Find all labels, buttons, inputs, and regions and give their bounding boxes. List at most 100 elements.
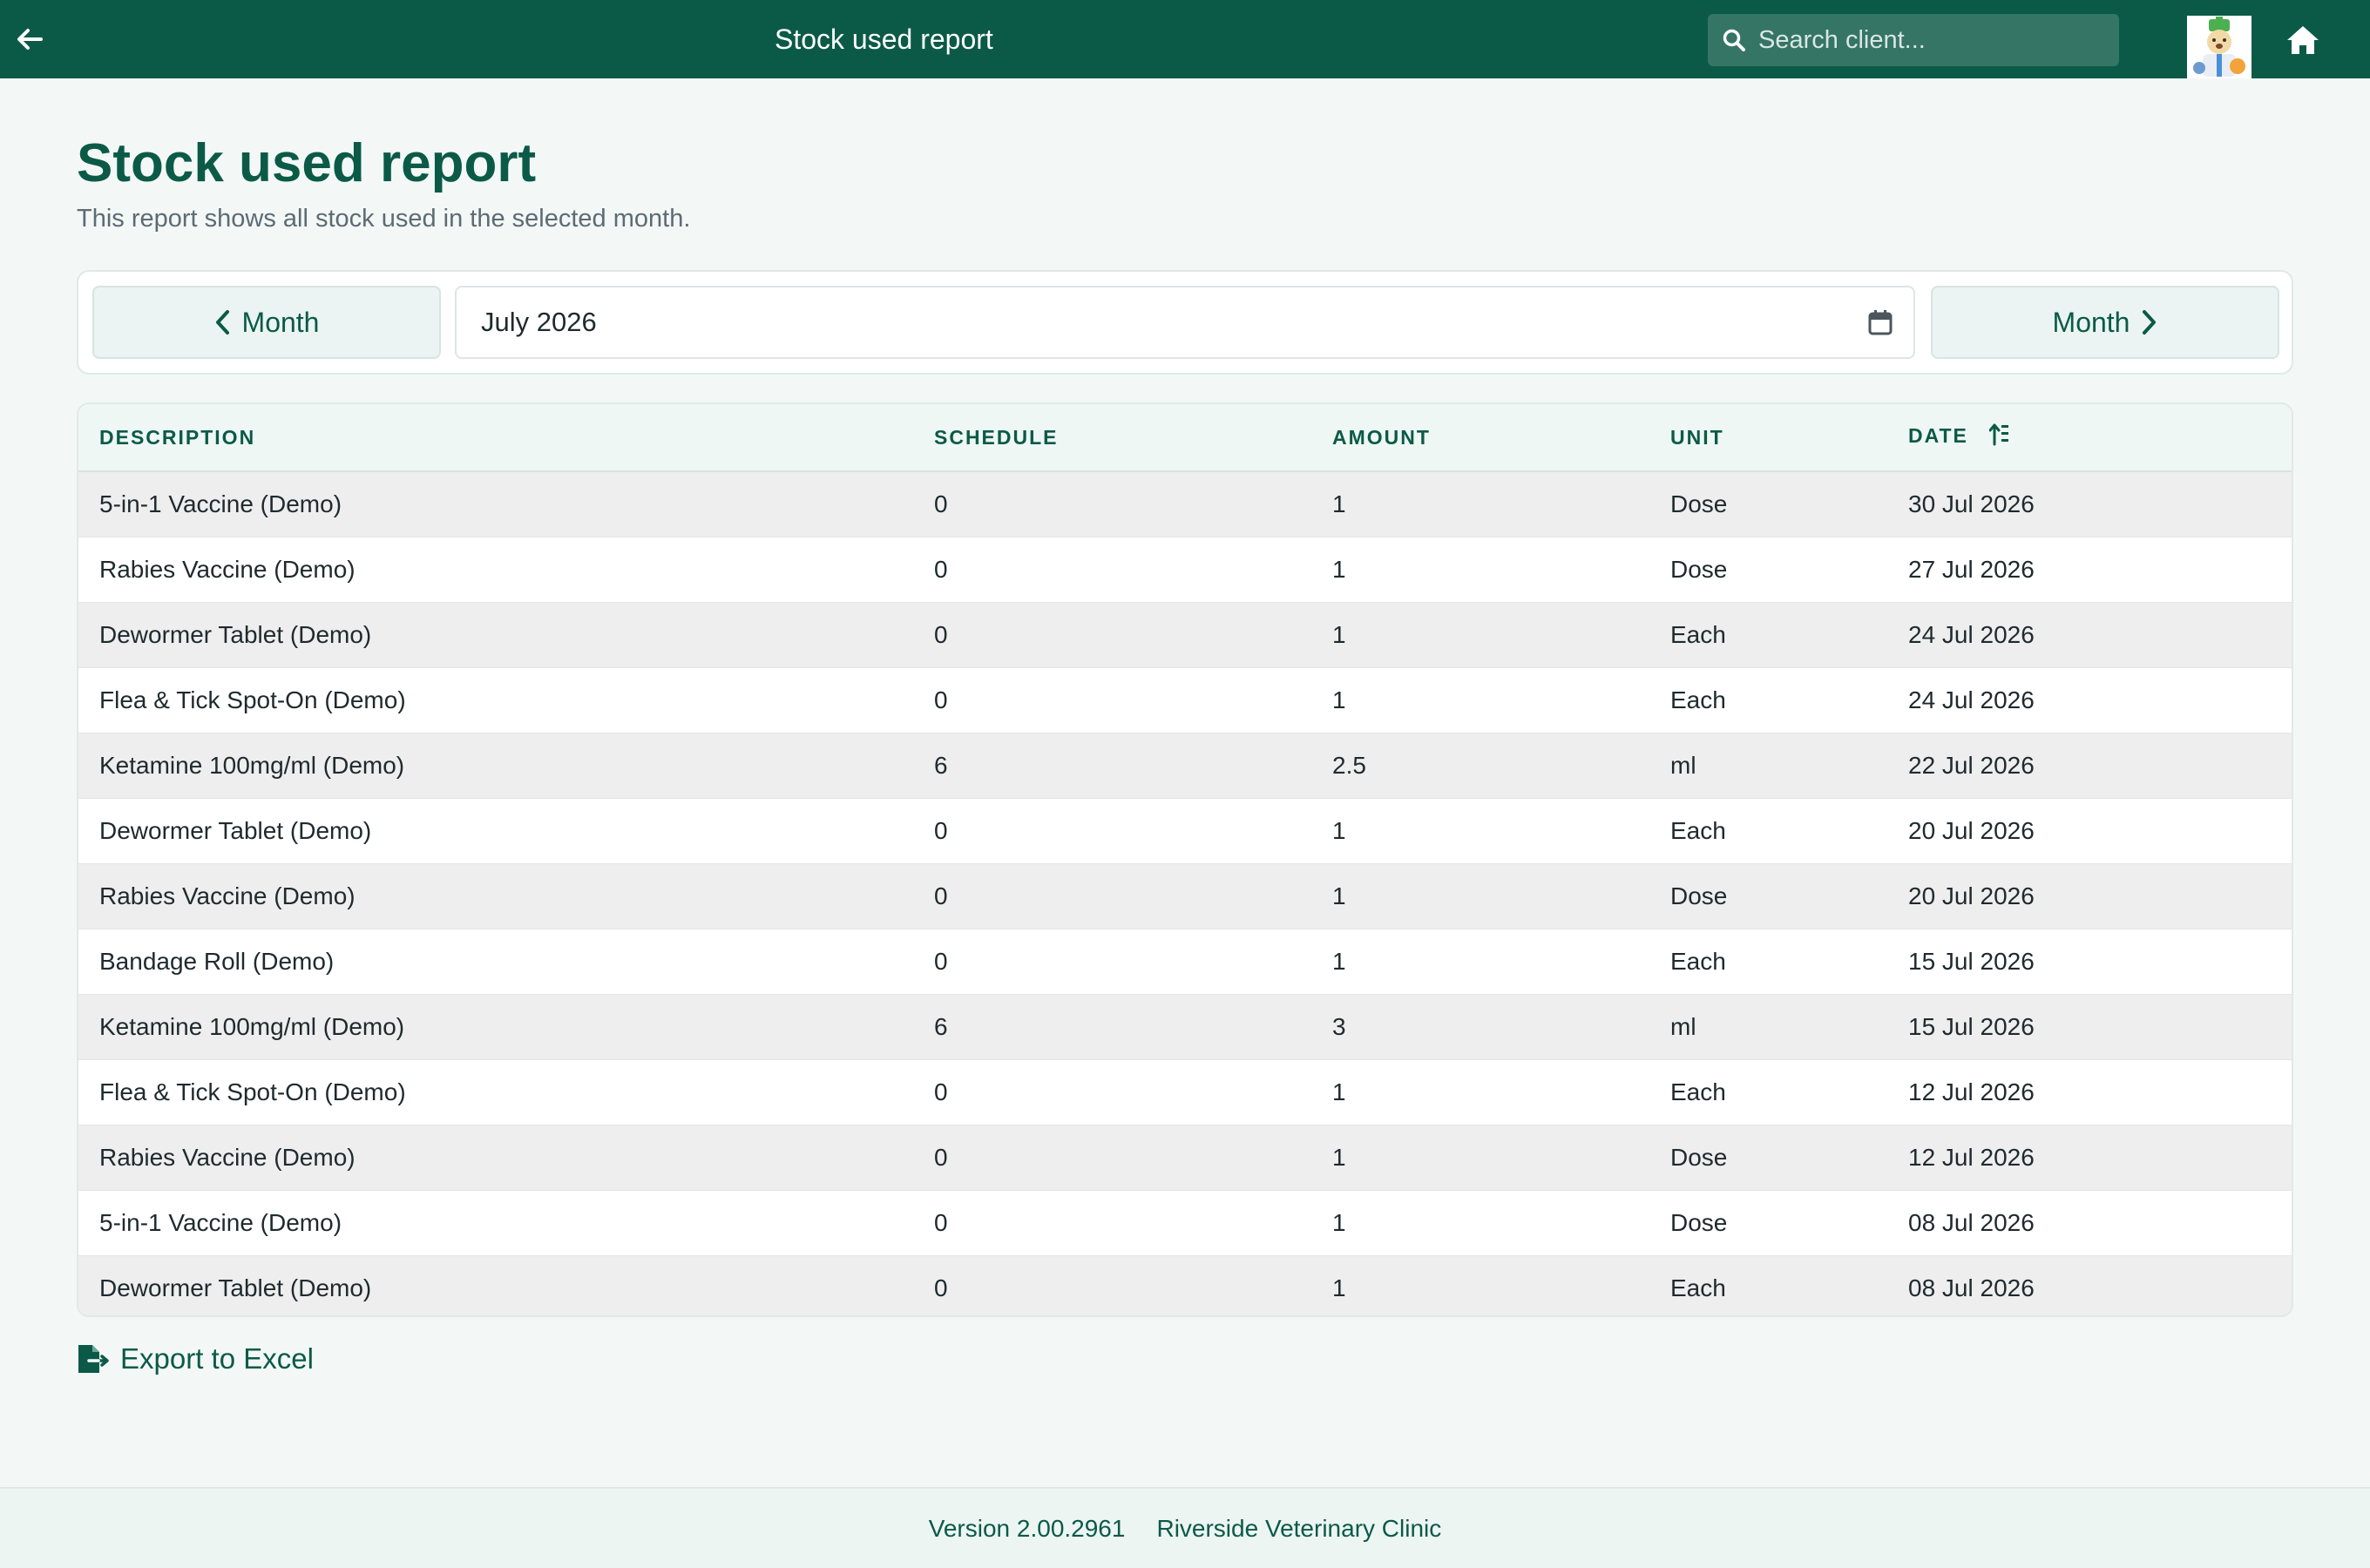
cell-schedule: 0 <box>913 537 1311 603</box>
cell-description: Rabies Vaccine (Demo) <box>78 1125 913 1191</box>
cell-date: 22 Jul 2026 <box>1887 733 2292 799</box>
cell-amount: 2.5 <box>1311 733 1649 799</box>
avatar[interactable] <box>2187 16 2252 78</box>
cell-amount: 1 <box>1311 1059 1649 1125</box>
column-header-schedule[interactable]: SCHEDULE <box>913 404 1311 472</box>
cell-unit: Each <box>1649 1059 1887 1125</box>
sort-icon[interactable] <box>1988 423 2010 451</box>
home-icon <box>2287 26 2319 54</box>
cell-amount: 1 <box>1311 471 1649 537</box>
page-title: Stock used report <box>77 133 537 193</box>
table-row[interactable]: 5-in-1 Vaccine (Demo) 0 1 Dose 08 Jul 2026 <box>78 1190 2292 1256</box>
cell-schedule: 0 <box>934 1274 948 1301</box>
cell-schedule: 0 <box>913 1125 1311 1191</box>
cell-amount: 1 <box>1311 1190 1649 1256</box>
table-row[interactable]: Rabies Vaccine (Demo) 0 1 Dose 20 Jul 2026 <box>78 863 2292 929</box>
cell-unit: Dose <box>1649 863 1887 929</box>
cell-date: 08 Jul 2026 <box>1908 1274 2035 1301</box>
table-row[interactable]: Dewormer Tablet (Demo) 0 1 Each 24 Jul 2026 <box>78 602 2292 668</box>
cell-unit: Dose <box>1649 537 1887 603</box>
cell-description: 5-in-1 Vaccine (Demo) <box>78 1190 913 1256</box>
back-button[interactable] <box>12 22 47 57</box>
cell-schedule: 0 <box>913 667 1311 733</box>
table-row[interactable]: Flea & Tick Spot-On (Demo) 0 1 Each 24 Jul 2… <box>78 667 2292 733</box>
cell-amount: 1 <box>1311 798 1649 864</box>
client-search[interactable] <box>1708 14 2119 66</box>
cell-description: Rabies Vaccine (Demo) <box>78 863 913 929</box>
page-subtitle: This report shows all stock used in the … <box>77 205 691 233</box>
cell-unit: Each <box>1649 602 1887 668</box>
table-row[interactable]: Dewormer Tablet (Demo) 0 1 Each 08 Jul 2026 <box>78 1255 2292 1315</box>
cell-amount: 1 <box>1332 1274 1346 1301</box>
table-row[interactable]: Dewormer Tablet (Demo) 0 1 Each 20 Jul 2026 <box>78 798 2292 864</box>
month-picker: Month July 2026 Month <box>77 270 2293 375</box>
cell-unit: Dose <box>1649 1190 1887 1256</box>
cell-amount: 3 <box>1311 994 1649 1060</box>
cell-description: Dewormer Tablet (Demo) <box>78 798 913 864</box>
app-bar-title: Stock used report <box>775 24 993 55</box>
cell-unit: ml <box>1649 733 1887 799</box>
cell-date: 20 Jul 2026 <box>1887 863 2292 929</box>
cell-schedule: 0 <box>913 471 1311 537</box>
footer: Version 2.00.2961 Riverside Veterinary C… <box>0 1487 2370 1568</box>
cell-description: Dewormer Tablet (Demo) <box>78 602 913 668</box>
clinic-name: Riverside Veterinary Clinic <box>1156 1514 1442 1542</box>
cell-schedule: 0 <box>913 602 1311 668</box>
cell-date: 20 Jul 2026 <box>1887 798 2292 864</box>
cell-amount: 1 <box>1311 863 1649 929</box>
previous-month-button[interactable]: Month <box>92 286 441 359</box>
table-row[interactable]: Flea & Tick Spot-On (Demo) 0 1 Each 12 Jul 2… <box>78 1059 2292 1125</box>
month-input[interactable]: July 2026 <box>455 286 1915 359</box>
cell-schedule: 0 <box>913 863 1311 929</box>
next-month-label: Month <box>2052 306 2130 338</box>
search-client-input[interactable] <box>1746 14 2119 66</box>
cell-date: 12 Jul 2026 <box>1887 1059 2292 1125</box>
next-month-button[interactable]: Month <box>1931 286 2279 359</box>
column-header-date[interactable]: DATE <box>1887 404 2292 472</box>
cell-date: 15 Jul 2026 <box>1887 929 2292 995</box>
table-body: 5-in-1 Vaccine (Demo) 0 1 Dose 30 Jul 2026 Ra… <box>78 471 2292 1315</box>
cell-unit: Each <box>1649 798 1887 864</box>
cell-amount: 1 <box>1311 929 1649 995</box>
cell-date: 15 Jul 2026 <box>1887 994 2292 1060</box>
cell-unit: Dose <box>1649 471 1887 537</box>
cell-schedule: 6 <box>913 994 1311 1060</box>
cell-description: Dewormer Tablet (Demo) <box>99 1274 372 1301</box>
column-header-unit[interactable]: UNIT <box>1649 404 1887 472</box>
cell-schedule: 0 <box>913 929 1311 995</box>
cell-unit: Each <box>1649 929 1887 995</box>
table-row[interactable]: Ketamine 100mg/ml (Demo) 6 2.5 ml 22 Jul 202… <box>78 733 2292 799</box>
cell-unit: Each <box>1649 667 1887 733</box>
previous-month-label: Month <box>241 306 320 338</box>
cell-description: Rabies Vaccine (Demo) <box>78 537 913 603</box>
cell-date: 24 Jul 2026 <box>1887 602 2292 668</box>
top-app-bar: Stock used report <box>0 0 2370 78</box>
clinic-logo-avatar <box>2187 16 2252 78</box>
cell-description: 5-in-1 Vaccine (Demo) <box>78 471 913 537</box>
cell-amount: 1 <box>1311 537 1649 603</box>
table-header-row: DESCRIPTION SCHEDULE AMOUNT UNIT DATE <box>78 404 2292 472</box>
column-header-date-label: DATE <box>1908 424 1968 448</box>
cell-description: Flea & Tick Spot-On (Demo) <box>78 1059 913 1125</box>
table-row[interactable]: Rabies Vaccine (Demo) 0 1 Dose 27 Jul 2026 <box>78 537 2292 603</box>
chevron-right-icon <box>2143 310 2157 335</box>
table-row[interactable]: Bandage Roll (Demo) 0 1 Each 15 Jul 2026 <box>78 929 2292 995</box>
table-row[interactable]: Ketamine 100mg/ml (Demo) 6 3 ml 15 Jul 2026 <box>78 994 2292 1060</box>
home-button[interactable] <box>2285 22 2321 58</box>
cell-schedule: 0 <box>913 798 1311 864</box>
cell-description: Flea & Tick Spot-On (Demo) <box>78 667 913 733</box>
export-to-excel-link[interactable]: Export to Excel <box>77 1340 314 1378</box>
chevron-left-icon <box>215 310 229 335</box>
calendar-icon[interactable] <box>1868 309 1893 335</box>
cell-description: Ketamine 100mg/ml (Demo) <box>78 733 913 799</box>
column-header-amount[interactable]: AMOUNT <box>1311 404 1649 472</box>
file-export-icon <box>78 1345 109 1373</box>
arrow-left-icon <box>17 29 43 50</box>
table-row[interactable]: 5-in-1 Vaccine (Demo) 0 1 Dose 30 Jul 2026 <box>78 471 2292 537</box>
selected-month-value: July 2026 <box>481 307 597 337</box>
cell-description: Ketamine 100mg/ml (Demo) <box>78 994 913 1060</box>
column-header-description[interactable]: DESCRIPTION <box>78 404 913 472</box>
cell-description: Bandage Roll (Demo) <box>78 929 913 995</box>
table-row[interactable]: Rabies Vaccine (Demo) 0 1 Dose 12 Jul 2026 <box>78 1125 2292 1191</box>
cell-unit: Dose <box>1649 1125 1887 1191</box>
